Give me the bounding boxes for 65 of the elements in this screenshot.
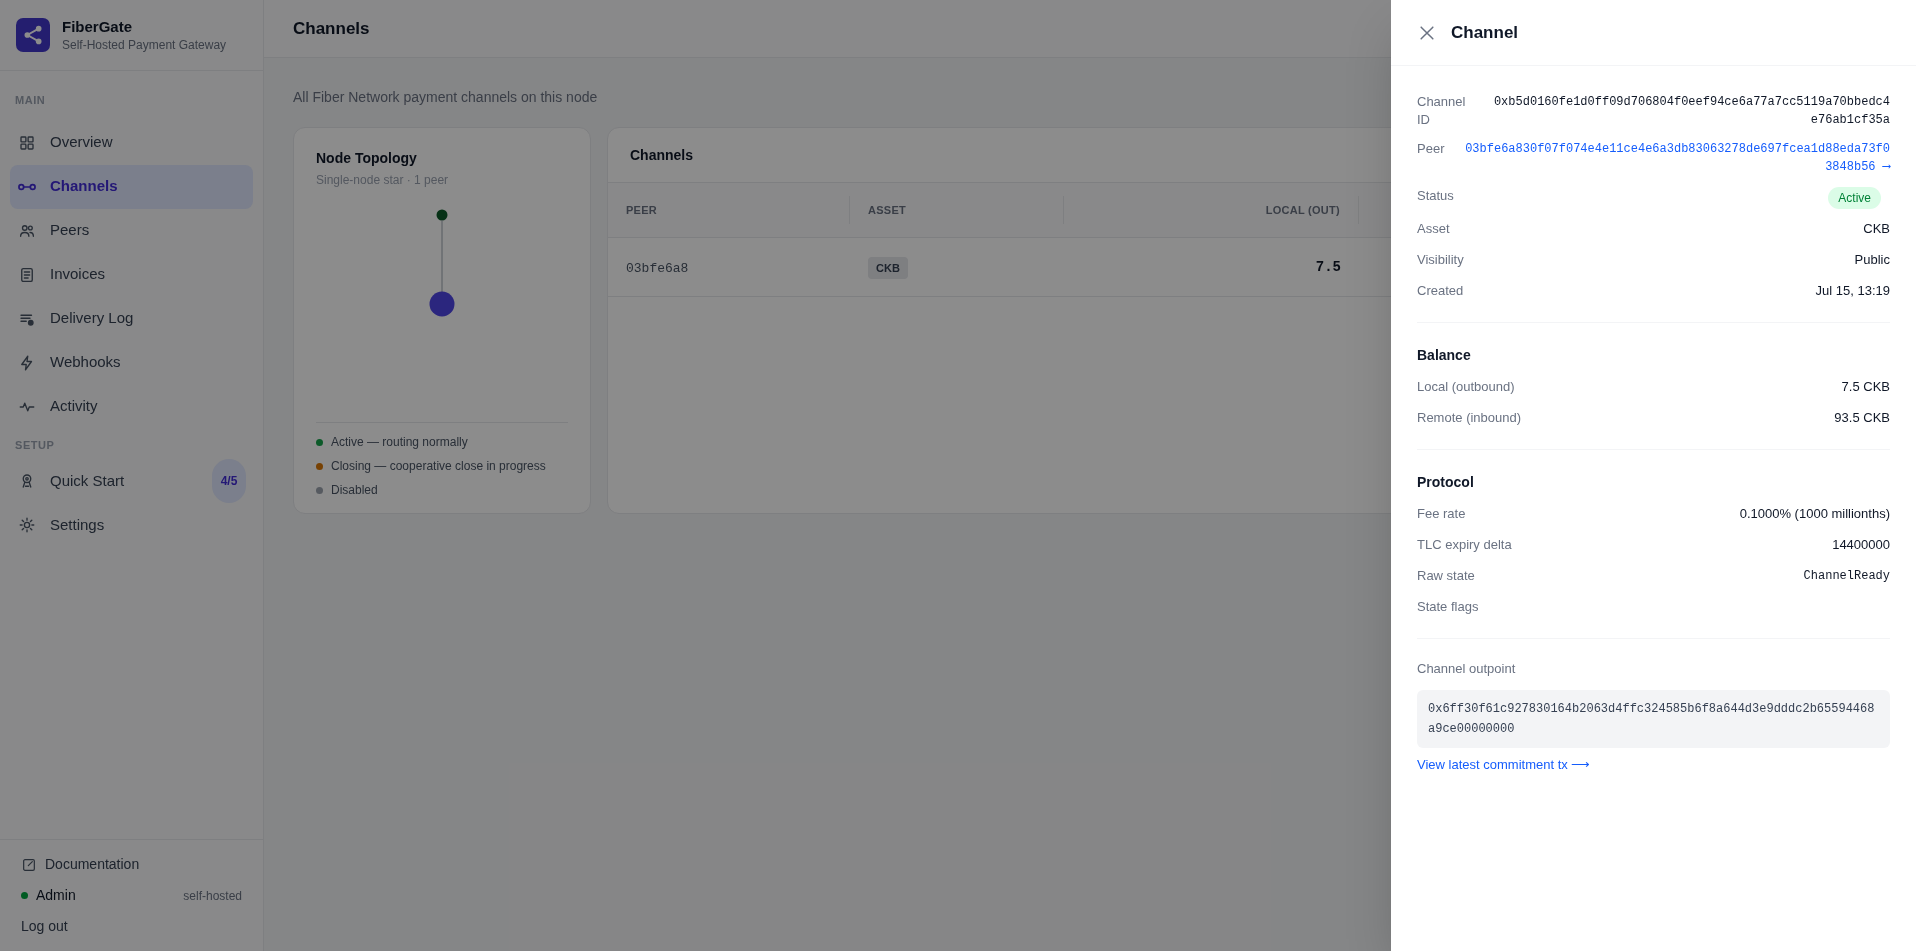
peer-id: 03bfe6a8 xyxy=(626,261,689,276)
documentation-link[interactable]: Documentation xyxy=(21,854,242,875)
link-nodes-icon xyxy=(18,182,36,191)
section-heading: Balance xyxy=(1417,346,1472,365)
field-label: Raw state xyxy=(1417,567,1475,585)
field-label: Channel outpoint xyxy=(1417,660,1517,678)
channel-id: 0xb5d0160fe1d0ff09d706804f0eef94ce6a77a7cc5119a70bbedc4e76ab1cf35a xyxy=(1492,94,1890,129)
field-value: Jul 15, 13:19 xyxy=(1815,282,1890,300)
legend-label: Disabled xyxy=(331,482,378,499)
section-heading: Protocol xyxy=(1417,473,1475,492)
status-badge: Active xyxy=(1828,187,1881,209)
peer-link[interactable]: 03bfe6a830f07f074e4e11ce4e6a3db83063278de697fcea1d88eda73f03848b56 ⟶ xyxy=(1464,140,1890,176)
field-label: Local (outbound) xyxy=(1417,378,1515,396)
nav-item[interactable]: Webhooks xyxy=(10,340,253,385)
field-label: TLC expiry delta xyxy=(1417,536,1512,554)
field-value: 14400000 xyxy=(1832,536,1890,554)
nav-item[interactable]: Peers xyxy=(10,208,253,253)
field-value: CKB xyxy=(1863,220,1890,238)
logout-link[interactable]: Log out xyxy=(21,916,68,937)
outpoint-value: 0x6ff30f61c927830164b2063d4ffc324585b6f8a644d3e9dddc2b65594468a9ce00000000 xyxy=(1417,689,1890,748)
field-label: State flags xyxy=(1417,598,1479,616)
user-name: Admin xyxy=(36,886,76,905)
settings-icon xyxy=(18,516,36,534)
grid-icon xyxy=(18,133,36,152)
share-logo-icon xyxy=(16,18,50,52)
commitment-tx-link[interactable]: View latest commitment tx ⟶ xyxy=(1417,754,1591,774)
legend-label: Closing — cooperative close in progress xyxy=(331,458,546,475)
nav-item[interactable]: Settings xyxy=(10,503,253,547)
column-header: PEER xyxy=(626,202,658,218)
brand-tagline: Self-Hosted Payment Gateway xyxy=(62,37,227,53)
field-label: Created xyxy=(1417,282,1464,300)
nav-item[interactable]: Quick Start 4/5 xyxy=(10,459,253,503)
card-subtitle: Single-node star · 1 peer xyxy=(316,172,450,189)
column-header: ASSET xyxy=(868,202,907,218)
progress-badge: 4/5 xyxy=(212,459,246,503)
asset-tag: CKB xyxy=(868,256,908,280)
field-value: Public xyxy=(1854,251,1890,269)
page-subtitle: All Fiber Network payment channels on this node xyxy=(293,88,598,107)
field-value: ChannelReady xyxy=(1803,568,1890,585)
hosting-tag: self-hosted xyxy=(183,886,242,905)
card-title: Node Topology xyxy=(316,149,418,168)
field-value: 0.1000% (1000 millionths) xyxy=(1739,505,1890,523)
nav-item[interactable]: Channels xyxy=(10,164,253,209)
external-link-icon xyxy=(21,856,37,873)
legend-label: Active — routing normally xyxy=(331,434,468,451)
field-value: 7.5 CKB xyxy=(1841,378,1890,396)
page-title: Channels xyxy=(293,17,370,40)
nav-item[interactable]: Delivery Log xyxy=(10,296,253,341)
field-label: Channel ID xyxy=(1417,93,1467,129)
field-label: Status xyxy=(1417,187,1454,205)
nav-item[interactable]: Overview xyxy=(10,120,253,165)
field-label: Remote (inbound) xyxy=(1417,409,1522,427)
field-label: Visibility xyxy=(1417,251,1464,269)
local-amount: 7.5 xyxy=(1315,257,1341,277)
card-title: Channels xyxy=(630,145,693,165)
field-value: 93.5 CKB xyxy=(1834,409,1890,427)
field-label: Peer xyxy=(1417,140,1445,158)
document-icon xyxy=(18,265,36,284)
drawer-title: Channel xyxy=(1451,21,1519,44)
nav-item[interactable]: Activity xyxy=(10,384,253,429)
nav-item[interactable]: Invoices xyxy=(10,252,253,297)
field-label: Asset xyxy=(1417,220,1450,238)
brand-name: FiberGate xyxy=(62,17,134,37)
field-label: Fee rate xyxy=(1417,505,1466,523)
column-header: LOCAL (OUT) xyxy=(1265,202,1340,218)
